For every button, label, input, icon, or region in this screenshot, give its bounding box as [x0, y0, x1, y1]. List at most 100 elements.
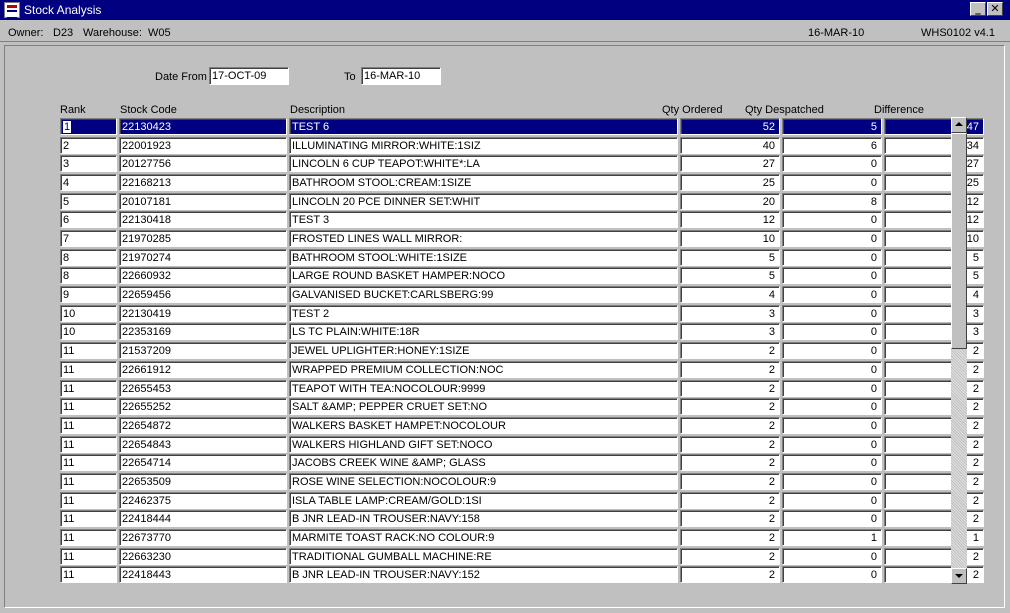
difference-cell[interactable]: 1 — [884, 529, 984, 546]
description-cell[interactable]: LINCOLN 20 PCE DINNER SET:WHIT — [289, 193, 678, 210]
rank-cell[interactable]: 11 — [60, 342, 117, 359]
description-cell[interactable]: WALKERS BASKET HAMPET:NOCOLOUR — [289, 417, 678, 434]
table-row[interactable]: 7 21970285 FROSTED LINES WALL MIRROR: 10 0 10 — [60, 230, 984, 247]
difference-cell[interactable]: 12 — [884, 211, 984, 228]
qty-ordered-cell[interactable]: 2 — [680, 454, 780, 471]
qty-ordered-cell[interactable]: 40 — [680, 137, 780, 154]
stock-code-cell[interactable]: 20127756 — [119, 155, 287, 172]
description-cell[interactable]: BATHROOM STOOL:WHITE:1SIZE — [289, 249, 678, 266]
rank-cell[interactable]: 4 — [60, 174, 117, 191]
difference-cell[interactable]: 5 — [884, 249, 984, 266]
qty-ordered-cell[interactable]: 2 — [680, 566, 780, 583]
scroll-thumb[interactable] — [951, 133, 967, 349]
stock-code-cell[interactable]: 22659456 — [119, 286, 287, 303]
table-row[interactable]: 3 20127756 LINCOLN 6 CUP TEAPOT:WHITE*:LA 2… — [60, 155, 984, 172]
table-row[interactable]: 1 22130423 TEST 6 52 5 47 — [60, 118, 984, 135]
table-row[interactable]: 11 22462375 ISLA TABLE LAMP:CREAM/GOLD:1SI… — [60, 492, 984, 509]
rank-cell[interactable]: 1 — [60, 118, 117, 135]
description-cell[interactable]: GALVANISED BUCKET:CARLSBERG:99 — [289, 286, 678, 303]
qty-despatched-cell[interactable]: 6 — [782, 137, 882, 154]
stock-code-cell[interactable]: 22418444 — [119, 510, 287, 527]
table-row[interactable]: 5 20107181 LINCOLN 20 PCE DINNER SET:WHIT 2… — [60, 193, 984, 210]
qty-despatched-cell[interactable]: 0 — [782, 211, 882, 228]
rank-cell[interactable]: 11 — [60, 529, 117, 546]
table-row[interactable]: 11 22655252 SALT &AMP; PEPPER CRUET SET:NO… — [60, 398, 984, 415]
qty-ordered-cell[interactable]: 2 — [680, 380, 780, 397]
difference-cell[interactable]: 27 — [884, 155, 984, 172]
qty-ordered-cell[interactable]: 2 — [680, 492, 780, 509]
difference-cell[interactable]: 3 — [884, 305, 984, 322]
qty-despatched-cell[interactable]: 0 — [782, 473, 882, 490]
table-row[interactable]: 11 22654843 WALKERS HIGHLAND GIFT SET:NOCO… — [60, 436, 984, 453]
table-row[interactable]: 11 21537209 JEWEL UPLIGHTER:HONEY:1SIZE 2 0 2 — [60, 342, 984, 359]
difference-cell[interactable]: 25 — [884, 174, 984, 191]
description-cell[interactable]: TEAPOT WITH TEA:NOCOLOUR:9999 — [289, 380, 678, 397]
qty-despatched-cell[interactable]: 0 — [782, 454, 882, 471]
qty-despatched-cell[interactable]: 0 — [782, 398, 882, 415]
difference-cell[interactable]: 2 — [884, 454, 984, 471]
table-row[interactable]: 11 22418443 B JNR LEAD-IN TROUSER:NAVY:152… — [60, 566, 984, 583]
stock-code-cell[interactable]: 22130419 — [119, 305, 287, 322]
stock-code-cell[interactable]: 22130418 — [119, 211, 287, 228]
stock-code-cell[interactable]: 22663230 — [119, 548, 287, 565]
qty-despatched-cell[interactable]: 1 — [782, 529, 882, 546]
qty-ordered-cell[interactable]: 4 — [680, 286, 780, 303]
stock-code-cell[interactable]: 22001923 — [119, 137, 287, 154]
rank-cell[interactable]: 7 — [60, 230, 117, 247]
description-cell[interactable]: WRAPPED PREMIUM COLLECTION:NOC — [289, 361, 678, 378]
table-row[interactable]: 2 22001923 ILLUMINATING MIRROR:WHITE:1SIZ 4… — [60, 137, 984, 154]
stock-code-cell[interactable]: 22462375 — [119, 492, 287, 509]
qty-despatched-cell[interactable]: 0 — [782, 436, 882, 453]
rank-cell[interactable]: 11 — [60, 492, 117, 509]
scroll-down-button[interactable] — [951, 568, 967, 584]
table-row[interactable]: 10 22130419 TEST 2303 — [60, 305, 984, 322]
rank-cell[interactable]: 11 — [60, 361, 117, 378]
table-row[interactable]: 11 22673770 MARMITE TOAST RACK:NO COLOUR:9… — [60, 529, 984, 546]
description-cell[interactable]: ISLA TABLE LAMP:CREAM/GOLD:1SI — [289, 492, 678, 509]
qty-ordered-cell[interactable]: 2 — [680, 417, 780, 434]
stock-code-cell[interactable]: 22660932 — [119, 267, 287, 284]
close-button[interactable]: ✕ — [987, 2, 1003, 16]
qty-despatched-cell[interactable]: 8 — [782, 193, 882, 210]
rank-cell[interactable]: 8 — [60, 267, 117, 284]
stock-code-cell[interactable]: 22661912 — [119, 361, 287, 378]
difference-cell[interactable]: 12 — [884, 193, 984, 210]
rank-cell[interactable]: 2 — [60, 137, 117, 154]
difference-cell[interactable]: 2 — [884, 342, 984, 359]
difference-cell[interactable]: 2 — [884, 473, 984, 490]
qty-despatched-cell[interactable]: 0 — [782, 174, 882, 191]
qty-ordered-cell[interactable]: 2 — [680, 548, 780, 565]
qty-despatched-cell[interactable]: 0 — [782, 380, 882, 397]
qty-despatched-cell[interactable]: 0 — [782, 342, 882, 359]
qty-despatched-cell[interactable]: 0 — [782, 267, 882, 284]
difference-cell[interactable]: 2 — [884, 548, 984, 565]
table-row[interactable]: 11 22653509 ROSE WINE SELECTION:NOCOLOUR:9… — [60, 473, 984, 490]
table-row[interactable]: 4 22168213 BATHROOM STOOL:CREAM:1SIZE 25 0 25 — [60, 174, 984, 191]
rank-cell[interactable]: 11 — [60, 380, 117, 397]
stock-code-cell[interactable]: 22168213 — [119, 174, 287, 191]
stock-code-cell[interactable]: 22655453 — [119, 380, 287, 397]
description-cell[interactable]: LS TC PLAIN:WHITE:18R — [289, 323, 678, 340]
qty-despatched-cell[interactable]: 0 — [782, 249, 882, 266]
stock-code-cell[interactable]: 21970274 — [119, 249, 287, 266]
difference-cell[interactable]: 4 — [884, 286, 984, 303]
qty-ordered-cell[interactable]: 2 — [680, 398, 780, 415]
stock-code-cell[interactable]: 22654843 — [119, 436, 287, 453]
qty-ordered-cell[interactable]: 25 — [680, 174, 780, 191]
rank-cell[interactable]: 11 — [60, 436, 117, 453]
qty-ordered-cell[interactable]: 2 — [680, 436, 780, 453]
table-row[interactable]: 10 22353169 LS TC PLAIN:WHITE:18R 3 0 3 — [60, 323, 984, 340]
rank-cell[interactable]: 8 — [60, 249, 117, 266]
qty-despatched-cell[interactable]: 5 — [782, 118, 882, 135]
difference-cell[interactable]: 2 — [884, 398, 984, 415]
qty-ordered-cell[interactable]: 12 — [680, 211, 780, 228]
qty-ordered-cell[interactable]: 5 — [680, 267, 780, 284]
description-cell[interactable]: MARMITE TOAST RACK:NO COLOUR:9 — [289, 529, 678, 546]
stock-code-cell[interactable]: 22655252 — [119, 398, 287, 415]
table-row[interactable]: 11 22654714 JACOBS CREEK WINE &AMP; GLASS 2… — [60, 454, 984, 471]
rank-cell[interactable]: 10 — [60, 305, 117, 322]
qty-despatched-cell[interactable]: 0 — [782, 323, 882, 340]
description-cell[interactable]: TEST 2 — [289, 305, 678, 322]
qty-despatched-cell[interactable]: 0 — [782, 155, 882, 172]
stock-code-cell[interactable]: 22673770 — [119, 529, 287, 546]
